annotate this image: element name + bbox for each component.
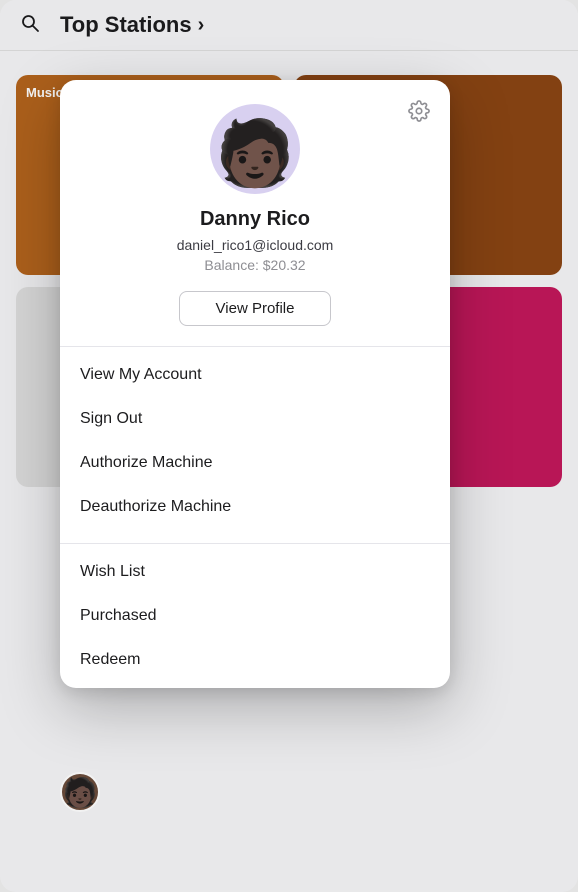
menu-item-view-account[interactable]: View My Account [60,353,450,397]
popup-header: 🧑🏿 Danny Rico daniel_rico1@icloud.com Ba… [60,80,450,346]
menu-item-redeem[interactable]: Redeem [60,638,450,682]
user-email: daniel_rico1@icloud.com [177,237,334,253]
view-profile-button[interactable]: View Profile [179,291,332,326]
menu-item-wish-list[interactable]: Wish List [60,550,450,594]
menu-item-sign-out[interactable]: Sign Out [60,397,450,441]
menu-section-2: Wish List Purchased Redeem [60,544,450,688]
menu-item-purchased[interactable]: Purchased [60,594,450,638]
menu-section-1: View My Account Sign Out Authorize Machi… [60,347,450,535]
user-popup: 🧑🏿 Danny Rico daniel_rico1@icloud.com Ba… [60,80,450,688]
menu-item-deauthorize-machine[interactable]: Deauthorize Machine [60,485,450,529]
menu-item-authorize-machine[interactable]: Authorize Machine [60,441,450,485]
user-avatar: 🧑🏿 [210,104,300,194]
section-gap [60,535,450,543]
user-name: Danny Rico [200,208,310,231]
user-balance: Balance: $20.32 [204,257,305,273]
settings-button[interactable] [404,96,434,132]
